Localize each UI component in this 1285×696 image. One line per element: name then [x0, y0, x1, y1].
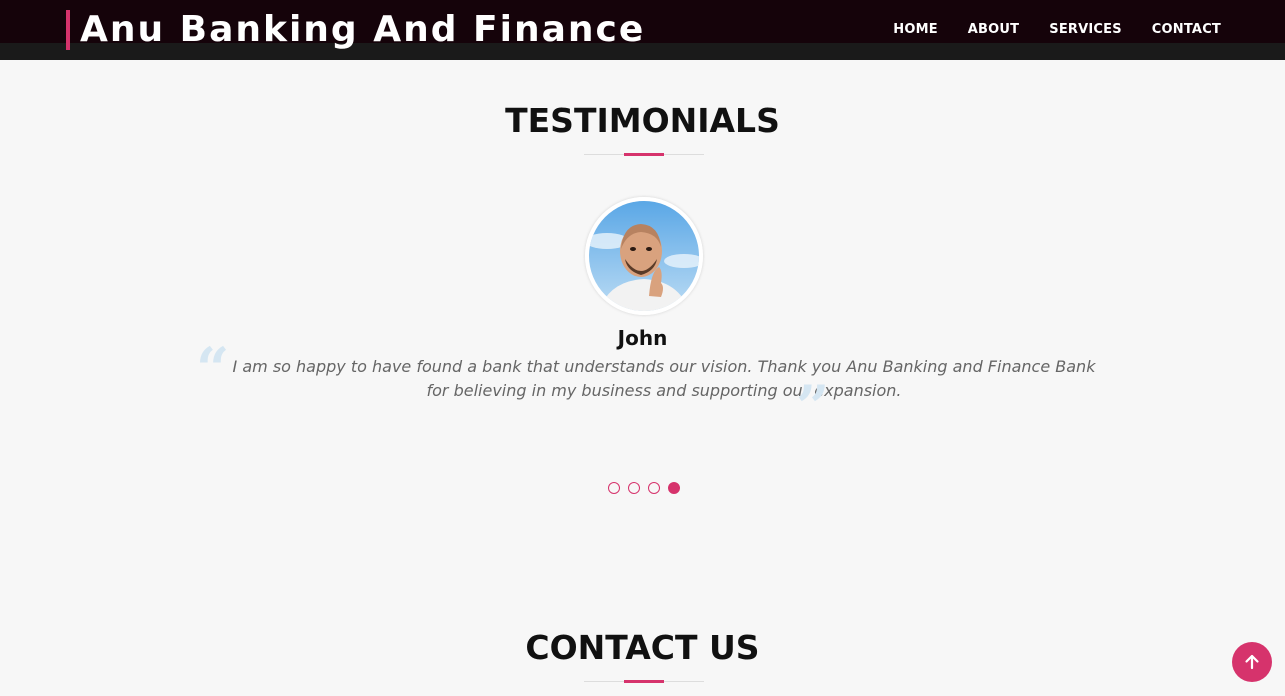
testimonial-name: John	[617, 326, 668, 350]
site-brand[interactable]: Anu Banking And Finance	[66, 10, 645, 50]
nav-home-link[interactable]: HOME	[893, 21, 938, 39]
site-header: Anu Banking And Finance HOME ABOUT SERVI…	[0, 0, 1285, 60]
carousel-dot-4[interactable]	[668, 482, 680, 494]
contact-divider	[584, 680, 704, 683]
carousel-pagination	[608, 482, 680, 494]
back-to-top-button[interactable]	[1232, 642, 1272, 682]
nav-about-link[interactable]: ABOUT	[968, 21, 1019, 39]
divider-accent	[624, 153, 664, 156]
main-nav: HOME ABOUT SERVICES CONTACT	[893, 21, 1221, 39]
testimonials-title: TESTIMONIALS	[505, 101, 780, 140]
testimonial-avatar	[585, 197, 703, 315]
carousel-dot-1[interactable]	[608, 482, 620, 494]
testimonial-quote: I am so happy to have found a bank that …	[232, 357, 1096, 400]
divider-accent	[624, 680, 664, 683]
nav-services-link[interactable]: SERVICES	[1049, 21, 1122, 39]
carousel-dot-3[interactable]	[648, 482, 660, 494]
contact-title: CONTACT US	[525, 628, 760, 667]
carousel-dot-2[interactable]	[628, 482, 640, 494]
close-quote-icon: ”	[796, 373, 830, 441]
open-quote-icon: “	[196, 335, 230, 403]
testimonials-divider	[584, 153, 704, 156]
nav-contact-link[interactable]: CONTACT	[1152, 21, 1221, 39]
arrow-up-icon	[1245, 654, 1259, 670]
